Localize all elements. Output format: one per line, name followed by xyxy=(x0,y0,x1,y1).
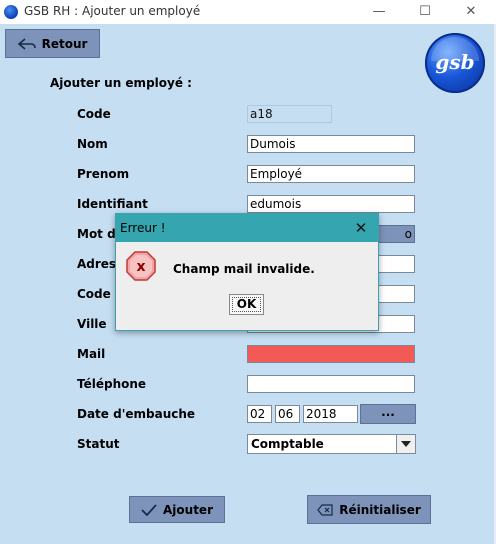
app-icon xyxy=(4,5,18,19)
dialog-close-button[interactable]: ✕ xyxy=(350,218,372,238)
telephone-field[interactable] xyxy=(247,375,415,393)
label-statut: Statut xyxy=(77,437,120,451)
chevron-down-icon[interactable] xyxy=(396,435,415,453)
statut-select[interactable]: Comptable xyxy=(247,434,416,454)
reset-button-label: Réinitialiser xyxy=(339,502,421,517)
back-arrow-icon xyxy=(17,37,36,50)
window-titlebar: GSB RH : Ajouter un employé — ☐ ✕ xyxy=(0,0,496,24)
code-field: a18 xyxy=(247,105,332,123)
back-button-label: Retour xyxy=(41,36,88,51)
label-ville: Ville xyxy=(77,317,107,331)
error-dialog: Erreur ! ✕ x Champ mail invalide. OK xyxy=(115,213,379,331)
close-button[interactable]: ✕ xyxy=(448,0,494,24)
label-mail: Mail xyxy=(77,347,106,361)
dialog-message: Champ mail invalide. xyxy=(173,262,315,276)
label-telephone: Téléphone xyxy=(77,377,147,391)
statut-selected-value: Comptable xyxy=(251,437,324,451)
window-title: GSB RH : Ajouter un employé xyxy=(24,4,201,18)
error-icon-glyph: x xyxy=(136,259,145,275)
logo-text: gsb xyxy=(435,50,475,74)
label-code: Code xyxy=(77,107,111,121)
reset-button[interactable]: Réinitialiser xyxy=(307,495,431,524)
label-date-embauche: Date d'embauche xyxy=(77,407,196,421)
form-title: Ajouter un employé : xyxy=(50,76,192,90)
clear-icon xyxy=(317,503,333,516)
dialog-titlebar: Erreur ! ✕ xyxy=(116,214,378,242)
maximize-button[interactable]: ☐ xyxy=(402,0,448,24)
nom-field[interactable]: Dumois xyxy=(247,135,415,153)
date-picker-button[interactable]: ... xyxy=(360,404,416,424)
mail-field[interactable] xyxy=(247,345,415,363)
prenom-field[interactable]: Employé xyxy=(247,165,415,183)
back-button[interactable]: Retour xyxy=(5,29,100,58)
label-prenom: Prenom xyxy=(77,167,130,181)
identifiant-field[interactable]: edumois xyxy=(247,195,415,213)
date-year-field[interactable]: 2018 xyxy=(303,405,358,423)
label-nom: Nom xyxy=(77,137,108,151)
label-identifiant: Identifiant xyxy=(77,197,148,211)
checkmark-icon xyxy=(141,503,157,516)
gsb-logo: gsb xyxy=(425,33,485,93)
minimize-button[interactable]: — xyxy=(356,0,402,24)
add-button[interactable]: Ajouter xyxy=(129,496,225,523)
add-button-label: Ajouter xyxy=(163,502,213,517)
ok-button[interactable]: OK xyxy=(229,294,264,315)
date-day-field[interactable]: 02 xyxy=(247,405,272,423)
error-icon: x xyxy=(126,251,156,281)
dialog-title: Erreur ! xyxy=(120,221,166,235)
date-month-field[interactable]: 06 xyxy=(275,405,300,423)
